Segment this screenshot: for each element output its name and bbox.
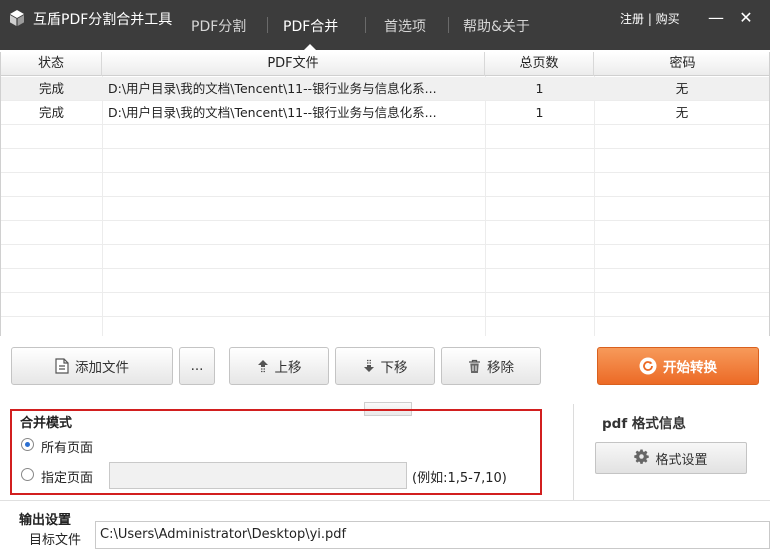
empty-row bbox=[1, 197, 769, 221]
move-down-label: 下移 bbox=[380, 360, 408, 376]
column-header-pdf-file[interactable]: PDF文件 bbox=[102, 52, 485, 76]
file-table: 状态 PDF文件 总页数 密码 完成 D:\用户目录\我的文档\Tencent\… bbox=[0, 52, 770, 336]
arrow-up-icon bbox=[257, 359, 269, 373]
table-row[interactable]: 完成 D:\用户目录\我的文档\Tencent\11--银行业务与信息化系...… bbox=[1, 77, 769, 101]
page-range-hint: (例如:1,5-7,10) bbox=[412, 471, 507, 486]
register-buy-link[interactable]: 注册 | 购买 bbox=[620, 10, 680, 27]
tab-help-about[interactable]: 帮助&关于 bbox=[463, 16, 530, 36]
output-settings-title: 输出设置 bbox=[19, 513, 72, 528]
specified-pages-radio[interactable] bbox=[21, 468, 34, 481]
empty-row bbox=[1, 317, 769, 336]
target-file-label: 目标文件 bbox=[29, 533, 82, 548]
move-up-button[interactable]: 上移 bbox=[229, 347, 329, 385]
title-bar: 互盾PDF分割合并工具 PDF分割 PDF合并 首选项 帮助&关于 注册 | 购… bbox=[0, 0, 770, 50]
tab-divider bbox=[365, 17, 366, 33]
row-pages: 1 bbox=[535, 81, 544, 96]
move-up-label: 上移 bbox=[274, 360, 302, 376]
start-convert-button[interactable]: 开始转换 bbox=[597, 347, 759, 385]
tab-pdf-merge[interactable]: PDF合并 bbox=[283, 16, 338, 36]
column-header-status[interactable]: 状态 bbox=[1, 52, 102, 76]
section-divider bbox=[0, 500, 770, 501]
empty-row bbox=[1, 149, 769, 173]
format-settings-label: 格式设置 bbox=[655, 452, 708, 468]
more-label: ... bbox=[190, 358, 204, 374]
add-file-button[interactable]: 添加文件 bbox=[11, 347, 173, 385]
empty-row bbox=[1, 125, 769, 149]
app-logo-icon bbox=[8, 9, 26, 27]
column-header-password[interactable]: 密码 bbox=[594, 52, 769, 76]
empty-row bbox=[1, 245, 769, 269]
arrow-down-icon bbox=[363, 359, 375, 373]
all-pages-label[interactable]: 所有页面 bbox=[41, 437, 93, 456]
tab-divider bbox=[267, 17, 268, 33]
tab-preferences[interactable]: 首选项 bbox=[384, 16, 426, 36]
specified-pages-label[interactable]: 指定页面 bbox=[41, 467, 93, 486]
column-header-total-pages[interactable]: 总页数 bbox=[485, 52, 594, 76]
trash-icon bbox=[468, 359, 481, 374]
panel-divider bbox=[573, 404, 574, 500]
table-header: 状态 PDF文件 总页数 密码 bbox=[1, 52, 769, 76]
row-file-path: D:\用户目录\我的文档\Tencent\11--银行业务与信息化系... bbox=[108, 81, 437, 96]
row-password: 无 bbox=[675, 81, 689, 96]
close-button[interactable]: ✕ bbox=[736, 8, 756, 28]
format-settings-button[interactable]: 格式设置 bbox=[595, 442, 747, 474]
active-tab-indicator bbox=[304, 44, 316, 50]
more-options-button[interactable]: ... bbox=[179, 347, 215, 385]
row-status: 完成 bbox=[38, 81, 64, 96]
row-password: 无 bbox=[675, 105, 689, 120]
row-file-path: D:\用户目录\我的文档\Tencent\11--银行业务与信息化系... bbox=[108, 105, 437, 120]
pdf-format-title: pdf 格式信息 bbox=[602, 416, 686, 432]
document-icon bbox=[55, 358, 69, 374]
start-convert-label: 开始转换 bbox=[663, 360, 717, 376]
empty-row bbox=[1, 221, 769, 245]
minimize-button[interactable]: — bbox=[706, 8, 726, 28]
target-file-input[interactable]: C:\Users\Administrator\Desktop\yi.pdf bbox=[95, 521, 770, 549]
move-down-button[interactable]: 下移 bbox=[335, 347, 435, 385]
tab-divider bbox=[448, 17, 449, 33]
merge-mode-title: 合并模式 bbox=[20, 416, 73, 431]
page-range-input[interactable] bbox=[109, 462, 407, 489]
refresh-icon bbox=[639, 357, 657, 375]
row-pages: 1 bbox=[535, 105, 544, 120]
row-status: 完成 bbox=[38, 105, 64, 120]
empty-row bbox=[1, 293, 769, 317]
remove-button[interactable]: 移除 bbox=[441, 347, 541, 385]
all-pages-radio[interactable] bbox=[21, 438, 34, 451]
table-body: 完成 D:\用户目录\我的文档\Tencent\11--银行业务与信息化系...… bbox=[1, 77, 769, 336]
remove-label: 移除 bbox=[487, 360, 514, 376]
table-row[interactable]: 完成 D:\用户目录\我的文档\Tencent\11--银行业务与信息化系...… bbox=[1, 101, 769, 125]
empty-row bbox=[1, 173, 769, 197]
gear-icon bbox=[634, 448, 650, 468]
tab-pdf-split[interactable]: PDF分割 bbox=[191, 16, 246, 36]
add-file-label: 添加文件 bbox=[75, 360, 129, 376]
empty-row bbox=[1, 269, 769, 293]
app-title: 互盾PDF分割合并工具 bbox=[33, 12, 173, 28]
